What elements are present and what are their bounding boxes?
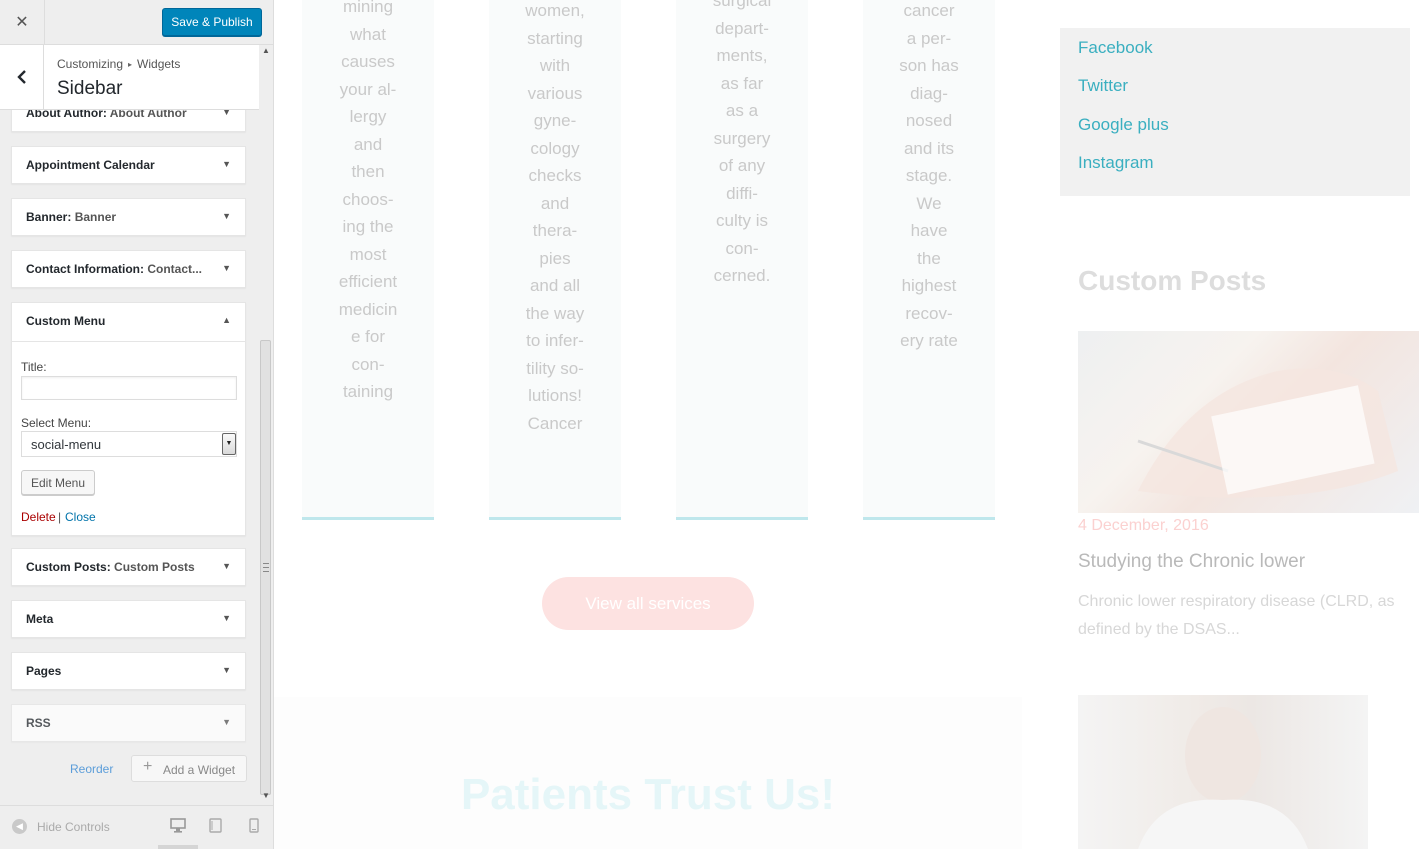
widget-rss[interactable]: RSS ▼ bbox=[11, 704, 246, 742]
title-input[interactable] bbox=[21, 376, 237, 400]
hide-controls-icon[interactable]: ◀ bbox=[12, 819, 27, 834]
post-excerpt: Chronic lower respiratory disease (CLRD,… bbox=[1078, 593, 1395, 638]
hide-controls-button[interactable]: Hide Controls bbox=[37, 820, 110, 834]
active-device-indicator bbox=[158, 845, 198, 849]
reorder-link[interactable]: Reorder bbox=[70, 762, 113, 776]
widget-title: Custom Posts: Custom Posts bbox=[26, 560, 195, 574]
edit-menu-button[interactable]: Edit Menu bbox=[21, 470, 95, 495]
service-text: cancer a per- son has diag- nosed and it… bbox=[899, 1, 959, 350]
plus-icon: + bbox=[143, 758, 153, 775]
widget-title: Meta bbox=[26, 612, 54, 626]
title-label: Title: bbox=[21, 360, 47, 374]
service-column: mining what causes your al- lergy and th… bbox=[302, 0, 434, 520]
service-text: mining what causes your al- lergy and th… bbox=[338, 0, 398, 401]
post-image[interactable] bbox=[1078, 331, 1419, 513]
sidebar-scrollbar[interactable]: ▲ ▼ bbox=[259, 45, 273, 805]
post-date: 4 December, 2016 bbox=[1078, 517, 1209, 534]
patients-title: Patients Trust Us! bbox=[460, 770, 836, 819]
arrow-up-icon[interactable]: ▲ bbox=[222, 315, 231, 325]
breadcrumb-current: Widgets bbox=[137, 57, 181, 71]
site-preview: mining what causes your al- lergy and th… bbox=[274, 0, 1419, 849]
arrow-down-icon[interactable]: ▼ bbox=[222, 561, 231, 571]
scroll-down-icon[interactable]: ▼ bbox=[259, 790, 273, 802]
close-icon[interactable]: ✕ bbox=[0, 0, 45, 44]
breadcrumb-separator: ▸ bbox=[128, 60, 133, 70]
save-publish-button[interactable]: Save & Publish bbox=[162, 8, 262, 36]
arrow-down-icon[interactable]: ▼ bbox=[222, 613, 231, 623]
scrollbar-thumb[interactable] bbox=[260, 340, 271, 795]
desktop-icon[interactable] bbox=[170, 818, 186, 838]
service-column: surgical depart- ments, as far as a surg… bbox=[676, 0, 808, 520]
arrow-down-icon[interactable]: ▼ bbox=[222, 717, 231, 727]
widget-pages[interactable]: Pages ▼ bbox=[11, 652, 246, 690]
dropdown-arrow-icon[interactable]: ▼ bbox=[222, 433, 236, 455]
social-menu-widget: Facebook Twitter Google plus Instagram bbox=[1060, 28, 1410, 196]
widget-title: Contact Information: Contact... bbox=[26, 262, 203, 276]
arrow-down-icon[interactable]: ▼ bbox=[222, 665, 231, 675]
close-link[interactable]: Close bbox=[65, 510, 96, 524]
widget-title: Pages bbox=[26, 664, 62, 678]
customizer-footer: ◀ Hide Controls bbox=[0, 805, 273, 849]
service-text: surgical depart- ments, as far as a surg… bbox=[712, 0, 772, 285]
widget-banner[interactable]: Banner: Banner ▼ bbox=[11, 198, 246, 236]
widget-list: About Author: About Author ▼ Appointment… bbox=[0, 0, 259, 805]
section-header: Customizing ▸ Widgets Sidebar bbox=[0, 45, 259, 110]
widget-custom-posts[interactable]: Custom Posts: Custom Posts ▼ bbox=[11, 548, 246, 586]
add-widget-button[interactable]: + Add a Widget bbox=[131, 755, 247, 782]
scroll-up-icon[interactable]: ▲ bbox=[259, 45, 273, 57]
widget-title: Custom Menu bbox=[26, 314, 106, 328]
google-plus-link[interactable]: Google plus bbox=[1078, 115, 1169, 135]
link-separator: | bbox=[58, 510, 62, 524]
add-widget-label: Add a Widget bbox=[163, 763, 236, 777]
widget-custom-menu-header[interactable]: Custom Menu ▲ bbox=[12, 303, 245, 342]
delete-link[interactable]: Delete bbox=[21, 510, 56, 524]
arrow-down-icon[interactable]: ▼ bbox=[222, 211, 231, 221]
back-icon[interactable] bbox=[0, 45, 44, 109]
tablet-icon[interactable] bbox=[209, 818, 222, 838]
service-column: women, starting with various gyne- colog… bbox=[489, 0, 621, 520]
widget-custom-menu: Custom Menu ▲ Title: Select Menu: social… bbox=[11, 302, 246, 536]
service-text: women, starting with various gyne- colog… bbox=[525, 1, 585, 433]
select-menu-label: Select Menu: bbox=[21, 416, 92, 430]
widget-title: Banner: Banner bbox=[26, 210, 117, 224]
arrow-down-icon[interactable]: ▼ bbox=[222, 159, 231, 169]
view-all-services-button[interactable]: View all services bbox=[542, 577, 754, 630]
widget-meta[interactable]: Meta ▼ bbox=[11, 600, 246, 638]
widget-title: RSS bbox=[26, 716, 51, 730]
breadcrumb: Customizing ▸ Widgets bbox=[57, 57, 180, 71]
post-image[interactable] bbox=[1078, 695, 1368, 849]
widget-appointment-calendar[interactable]: Appointment Calendar ▼ bbox=[11, 146, 246, 184]
mobile-icon[interactable] bbox=[249, 818, 259, 838]
post-title[interactable]: Studying the Chronic lower bbox=[1078, 551, 1305, 573]
menu-select-value: social-menu bbox=[31, 437, 102, 452]
widget-title: Appointment Calendar bbox=[26, 158, 155, 172]
service-column: cancer a per- son has diag- nosed and it… bbox=[863, 0, 995, 520]
grip-icon bbox=[262, 563, 269, 572]
customizer-header: ✕ Save & Publish bbox=[0, 0, 273, 45]
breadcrumb-root: Customizing bbox=[57, 57, 124, 71]
menu-select[interactable]: social-menu ▼ bbox=[21, 431, 237, 457]
customizer-panel: About Author: About Author ▼ Appointment… bbox=[0, 0, 274, 849]
section-title: Sidebar bbox=[57, 78, 123, 99]
arrow-down-icon[interactable]: ▼ bbox=[222, 263, 231, 273]
instagram-link[interactable]: Instagram bbox=[1078, 153, 1154, 173]
twitter-link[interactable]: Twitter bbox=[1078, 76, 1128, 96]
facebook-link[interactable]: Facebook bbox=[1078, 38, 1153, 58]
custom-posts-heading: Custom Posts bbox=[1078, 265, 1267, 296]
widget-contact-information[interactable]: Contact Information: Contact... ▼ bbox=[11, 250, 246, 288]
